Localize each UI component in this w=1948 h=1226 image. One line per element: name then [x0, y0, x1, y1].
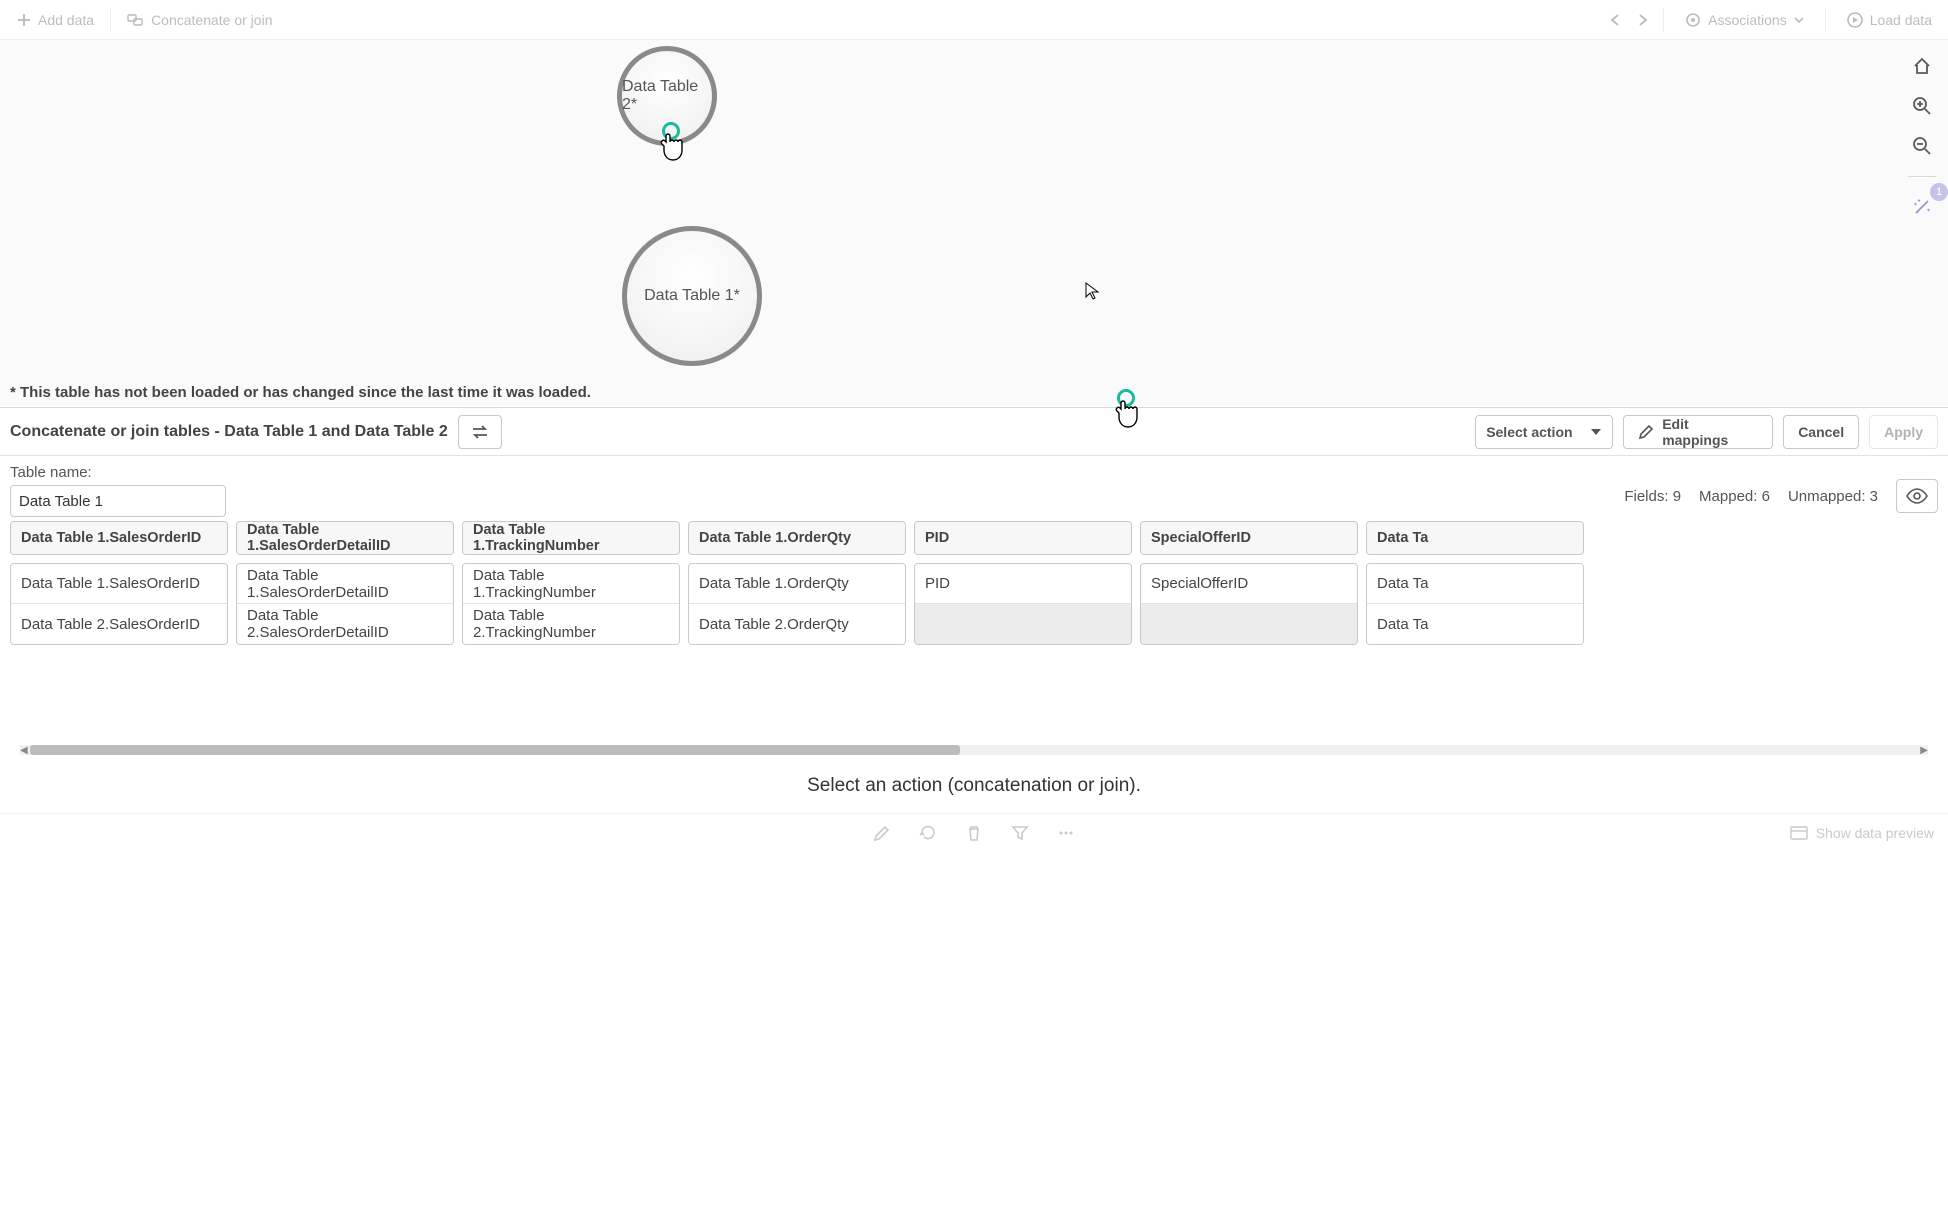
select-action-dropdown[interactable]: Select action [1475, 415, 1613, 449]
concat-join-button[interactable]: Concatenate or join [119, 8, 280, 32]
column-body: Data Table 1.SalesOrderIDData Table 2.Sa… [10, 563, 228, 645]
mapping-cell[interactable]: Data Table 2.SalesOrderDetailID [237, 604, 453, 644]
chevron-down-icon [1793, 14, 1805, 26]
mapping-cell[interactable]: Data Table 1.OrderQty [689, 564, 905, 604]
add-data-button[interactable]: Add data [8, 8, 102, 32]
undo-icon[interactable] [1607, 11, 1625, 29]
table-node-1-label: Data Table 1* [644, 287, 740, 305]
stats-unmapped: Unmapped: 3 [1788, 488, 1878, 505]
edit-mappings-button[interactable]: Edit mappings [1623, 415, 1773, 449]
more-icon[interactable] [1057, 824, 1075, 842]
mapping-cell[interactable]: Data Table 1.SalesOrderDetailID [237, 564, 453, 604]
separator [1663, 8, 1664, 32]
magic-wand-icon[interactable]: 1 [1908, 193, 1936, 221]
canvas[interactable]: Data Table 2* Data Table 1* 1 * This tab… [0, 40, 1948, 408]
trash-icon[interactable] [965, 824, 983, 842]
toggle-visibility-button[interactable] [1896, 479, 1938, 513]
table-node-2-label: Data Table 2* [622, 78, 712, 114]
column-body: Data Table 1.SalesOrderDetailIDData Tabl… [236, 563, 454, 645]
scrollbar-thumb[interactable] [30, 745, 960, 755]
apply-label: Apply [1884, 424, 1923, 440]
action-bar-title: Concatenate or join tables - Data Table … [10, 423, 448, 441]
column-body: Data Table 1.OrderQtyData Table 2.OrderQ… [688, 563, 906, 645]
caret-down-icon [1590, 426, 1602, 438]
cancel-label: Cancel [1798, 424, 1844, 440]
column-header[interactable]: Data Table 1.OrderQty [688, 521, 906, 555]
show-data-preview-button[interactable]: Show data preview [1790, 825, 1934, 841]
stats-fields: Fields: 9 [1624, 488, 1681, 505]
table-node-1[interactable]: Data Table 1* [622, 226, 762, 366]
table-name-label: Table name: [10, 464, 226, 481]
scroll-left-arrow[interactable]: ◀ [20, 745, 28, 756]
edit-mappings-label: Edit mappings [1662, 416, 1758, 448]
select-action-label: Select action [1486, 424, 1572, 440]
associations-button[interactable]: Associations [1676, 7, 1813, 33]
table-name-input[interactable] [10, 485, 226, 517]
mapping-cell[interactable]: SpecialOfferID [1141, 564, 1357, 604]
action-bar: Concatenate or join tables - Data Table … [0, 408, 1948, 456]
hint-text: Select an action (concatenation or join)… [0, 761, 1948, 813]
column-header[interactable]: Data Ta [1366, 521, 1584, 555]
canvas-footnote: * This table has not been loaded or has … [10, 384, 591, 401]
concat-join-label: Concatenate or join [151, 12, 272, 28]
column-header[interactable]: Data Table 1.TrackingNumber [462, 521, 680, 555]
field-mapping-grid: Data Table 1.SalesOrderIDData Table 1.Sa… [0, 521, 1948, 761]
column-header[interactable]: PID [914, 521, 1132, 555]
apply-button[interactable]: Apply [1869, 415, 1938, 449]
plus-icon [16, 12, 32, 28]
mapping-cell[interactable] [1141, 604, 1357, 644]
mapping-cell[interactable]: PID [915, 564, 1131, 604]
home-icon[interactable] [1908, 52, 1936, 80]
load-data-button[interactable]: Load data [1838, 7, 1940, 33]
edit-icon[interactable] [873, 824, 891, 842]
column-body: Data TaData Ta [1366, 563, 1584, 645]
load-data-label: Load data [1870, 12, 1932, 28]
mapping-cell[interactable]: Data Table 1.SalesOrderID [11, 564, 227, 604]
mapping-cell[interactable]: Data Table 2.OrderQty [689, 604, 905, 644]
table-name-section: Table name: [0, 456, 236, 521]
play-circle-icon [1846, 11, 1864, 29]
scroll-right-arrow[interactable]: ▶ [1920, 745, 1928, 756]
separator [110, 8, 111, 32]
associations-label: Associations [1708, 12, 1787, 28]
cancel-button[interactable]: Cancel [1783, 415, 1859, 449]
filter-icon[interactable] [1011, 824, 1029, 842]
mapping-cell[interactable]: Data Table 2.SalesOrderID [11, 604, 227, 644]
associations-icon [1684, 11, 1702, 29]
zoom-in-icon[interactable] [1908, 92, 1936, 120]
column-header[interactable]: Data Table 1.SalesOrderID [10, 521, 228, 555]
bottom-toolbar: Show data preview [0, 813, 1948, 851]
column-body: PID [914, 563, 1132, 645]
mouse-cursor [1085, 282, 1099, 300]
column-header[interactable]: Data Table 1.SalesOrderDetailID [236, 521, 454, 555]
add-data-label: Add data [38, 12, 94, 28]
mapping-cell[interactable]: Data Ta [1367, 604, 1583, 644]
badge-count: 1 [1930, 183, 1948, 201]
column-body: Data Table 1.TrackingNumberData Table 2.… [462, 563, 680, 645]
top-toolbar: Add data Concatenate or join Association… [0, 0, 1948, 40]
mapping-cell[interactable]: Data Table 1.TrackingNumber [463, 564, 679, 604]
concat-icon [127, 12, 145, 28]
column-body: SpecialOfferID [1140, 563, 1358, 645]
column-header[interactable]: SpecialOfferID [1140, 521, 1358, 555]
stats-mapped: Mapped: 6 [1699, 488, 1770, 505]
separator [1908, 176, 1936, 177]
separator [1825, 8, 1826, 32]
mapping-cell[interactable]: Data Table 2.TrackingNumber [463, 604, 679, 644]
table-node-2[interactable]: Data Table 2* [617, 46, 717, 146]
zoom-out-icon[interactable] [1908, 132, 1936, 160]
mapping-cell[interactable] [915, 604, 1131, 644]
mapping-cell[interactable]: Data Ta [1367, 564, 1583, 604]
horizontal-scrollbar[interactable]: ◀ ▶ [20, 745, 1928, 755]
refresh-icon[interactable] [919, 824, 937, 842]
show-preview-label: Show data preview [1816, 825, 1934, 841]
swap-button[interactable] [458, 415, 502, 449]
canvas-tools: 1 [1908, 52, 1936, 221]
pencil-icon [1638, 424, 1654, 440]
redo-icon[interactable] [1633, 11, 1651, 29]
